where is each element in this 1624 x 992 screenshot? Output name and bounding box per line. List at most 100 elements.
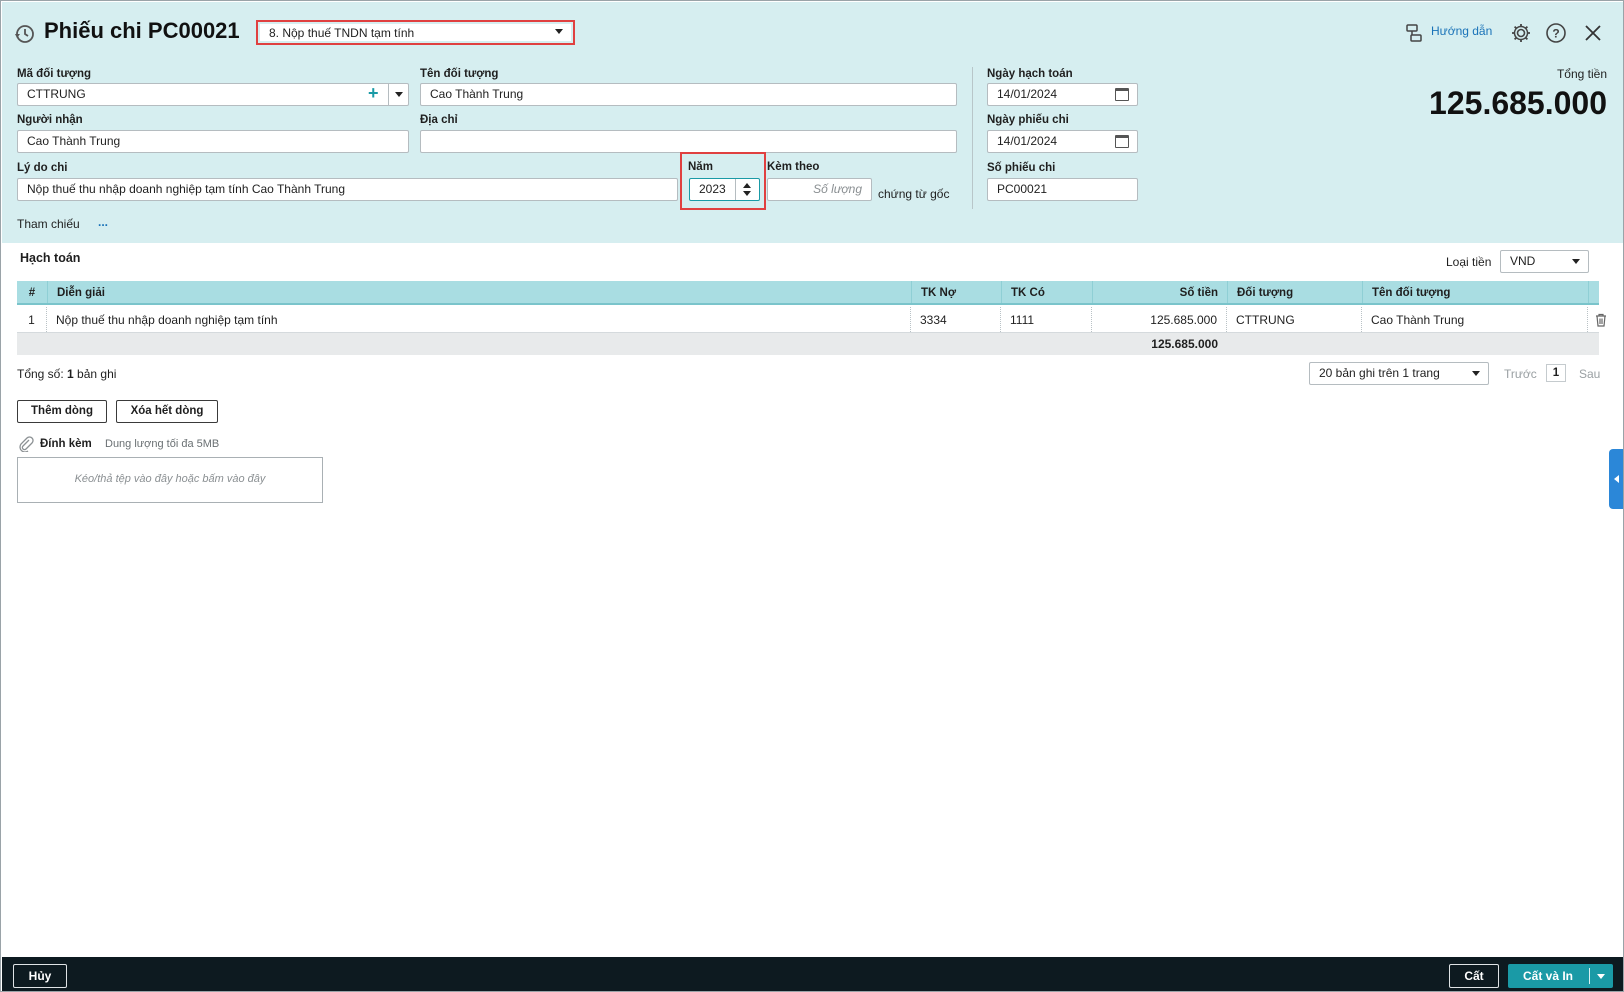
ngay-hach-toan-label: Ngày hạch toán [987, 68, 1073, 80]
tham-chieu-label: Tham chiếu [17, 217, 80, 231]
divider [735, 179, 736, 200]
ngay-hach-toan-input[interactable]: 14/01/2024 [987, 83, 1138, 106]
chevron-down-icon [555, 29, 563, 34]
save-print-button[interactable]: Cất và In [1508, 964, 1613, 988]
add-row-button[interactable]: Thêm dòng [17, 400, 107, 423]
col-ten-doi-tuong-header[interactable]: Tên đối tượng [1362, 281, 1588, 303]
attachment-limit: Dung lượng tối đa 5MB [105, 438, 220, 450]
divider [388, 84, 389, 105]
cell-tk-no[interactable]: 3334 [911, 307, 1001, 332]
chevron-down-icon[interactable] [395, 92, 403, 97]
tham-chieu-more-link[interactable]: ... [98, 215, 108, 229]
so-phieu-chi-input[interactable]: PC00021 [987, 178, 1138, 201]
prev-page-button[interactable]: Trước [1504, 367, 1537, 381]
side-panel-toggle[interactable] [1609, 449, 1623, 509]
col-action-header [1588, 281, 1615, 303]
cell-doi-tuong[interactable]: CTTRUNG [1227, 307, 1362, 332]
currency-label: Loại tiền [1446, 255, 1492, 269]
voucher-type-select[interactable]: 8. Nộp thuế TNDN tạm tính [260, 24, 571, 41]
col-no-header[interactable]: # [17, 281, 47, 303]
col-so-tien-header[interactable]: Số tiền [1092, 281, 1227, 303]
chevron-left-icon [1614, 475, 1619, 483]
next-page-button[interactable]: Sau [1579, 367, 1600, 381]
total-records-suffix: bản ghi [73, 367, 117, 381]
col-tk-no-header[interactable]: TK Nợ [911, 281, 1001, 303]
ma-doi-tuong-label: Mã đối tượng [17, 68, 91, 80]
currency-select[interactable]: VND [1500, 250, 1589, 273]
calendar-icon[interactable] [1115, 135, 1129, 148]
attachment-dropzone[interactable]: Kéo/thả tệp vào đây hoặc bấm vào đây [17, 457, 323, 503]
total-value: 125.685.000 [1429, 85, 1607, 121]
col-doi-tuong-header[interactable]: Đối tượng [1227, 281, 1362, 303]
voucher-type-value: 8. Nộp thuế TNDN tạm tính [269, 26, 415, 40]
total-label: Tổng tiền [1556, 67, 1607, 81]
chevron-down-icon[interactable] [1597, 974, 1605, 979]
chevron-down-icon [1472, 371, 1480, 376]
grid-header: # Diễn giải TK Nợ TK Có Số tiền Đối tượn… [17, 281, 1599, 305]
so-luong-placeholder: Số lượng [813, 182, 862, 196]
ly-do-chi-label: Lý do chi [17, 162, 68, 174]
cancel-button[interactable]: Hủy [13, 964, 67, 988]
section-title: Hạch toán [20, 251, 81, 265]
so-phieu-chi-label: Số phiếu chi [987, 162, 1056, 174]
save-button[interactable]: Cất [1449, 964, 1499, 988]
voucher-header [2, 2, 1623, 243]
close-icon[interactable] [1581, 21, 1605, 45]
cell-tk-co[interactable]: 1111 [1001, 307, 1092, 332]
cell-so-tien[interactable]: 125.685.000 [1092, 307, 1227, 332]
table-row[interactable]: 1 Nộp thuế thu nhập doanh nghiệp tạm tín… [17, 307, 1606, 333]
dia-chi-input[interactable] [420, 130, 957, 153]
attachment-label: Đính kèm [40, 438, 92, 450]
ma-doi-tuong-value: CTTRUNG [27, 87, 86, 101]
chevron-down-icon[interactable] [743, 191, 751, 196]
guide-link[interactable]: Hướng dẫn [1431, 24, 1492, 38]
gear-icon[interactable] [1509, 21, 1533, 45]
cell-ten-doi-tuong[interactable]: Cao Thành Trung [1362, 307, 1588, 332]
form-divider [972, 67, 973, 209]
save-print-label: Cất và In [1523, 969, 1574, 983]
page-size-select[interactable]: 20 bản ghi trên 1 trang [1309, 362, 1489, 385]
page-size-value: 20 bản ghi trên 1 trang [1319, 366, 1440, 380]
ngay-hach-toan-value: 14/01/2024 [997, 87, 1058, 101]
chung-tu-goc-label: chứng từ gốc [878, 187, 950, 201]
help-icon[interactable]: ? [1544, 21, 1568, 45]
paperclip-icon [17, 435, 35, 453]
nam-value: 2023 [699, 182, 726, 196]
so-luong-input[interactable]: Số lượng [767, 178, 872, 201]
dia-chi-label: Địa chỉ [420, 114, 458, 126]
ngay-phieu-chi-value: 14/01/2024 [997, 134, 1058, 148]
currency-value: VND [1510, 254, 1536, 268]
add-icon[interactable]: + [368, 84, 379, 104]
guide-icon[interactable] [1403, 22, 1425, 44]
col-tk-co-header[interactable]: TK Có [1001, 281, 1092, 303]
col-dien-giai-header[interactable]: Diễn giải [47, 281, 911, 303]
clear-rows-button[interactable]: Xóa hết dòng [116, 400, 218, 423]
calendar-icon[interactable] [1115, 88, 1129, 101]
ma-doi-tuong-input[interactable]: CTTRUNG + [17, 83, 409, 106]
nam-stepper[interactable]: 2023 [689, 178, 760, 201]
chevron-up-icon[interactable] [743, 183, 751, 188]
divider [1589, 968, 1590, 984]
ngay-phieu-chi-input[interactable]: 14/01/2024 [987, 130, 1138, 153]
nam-label: Năm [688, 161, 713, 173]
nguoi-nhan-input[interactable]: Cao Thành Trung [17, 130, 409, 153]
cell-no: 1 [17, 307, 47, 332]
grid-summary: 125.685.000 [17, 333, 1599, 355]
sum-so-tien: 125.685.000 [1151, 337, 1218, 351]
history-icon[interactable] [12, 22, 36, 46]
total-records-count: 1 [67, 367, 74, 381]
dropzone-text: Kéo/thả tệp vào đây hoặc bấm vào đây [74, 473, 266, 485]
cell-dien-giai[interactable]: Nộp thuế thu nhập doanh nghiệp tạm tính [47, 307, 911, 332]
chevron-down-icon [1572, 259, 1580, 264]
current-page[interactable]: 1 [1546, 364, 1566, 382]
total-records-prefix: Tổng số: [17, 367, 68, 381]
voucher-window: Phiếu chi PC00021 8. Nộp thuế TNDN tạm t… [0, 0, 1624, 992]
delete-row-icon[interactable] [1588, 307, 1615, 332]
footer-bar [2, 957, 1623, 991]
nguoi-nhan-label: Người nhận [17, 114, 83, 126]
total-records: Tổng số: 1 bản ghi [17, 367, 116, 381]
kem-theo-label: Kèm theo [767, 161, 820, 173]
ten-doi-tuong-input[interactable]: Cao Thành Trung [420, 83, 957, 106]
ly-do-chi-input[interactable]: Nộp thuế thu nhập doanh nghiệp tạm tính … [17, 178, 678, 201]
svg-text:?: ? [1552, 27, 1559, 41]
